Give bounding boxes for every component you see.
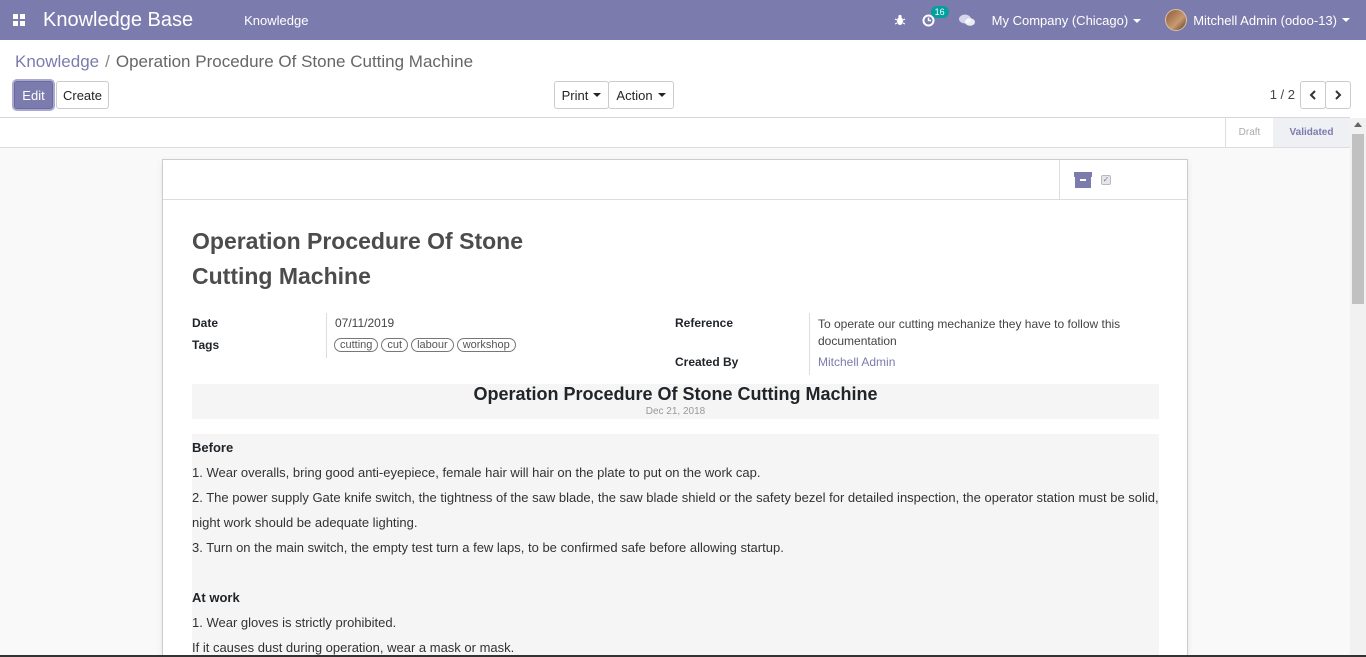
tag-workshop[interactable]: workshop — [456, 338, 516, 352]
date-value: 07/11/2019 — [335, 316, 395, 330]
print-dropdown-button[interactable]: Print — [554, 81, 609, 109]
content-paragraph: night work should be adequate lighting. — [192, 515, 418, 530]
date-label: Date — [192, 316, 219, 330]
breadcrumb-current: Operation Procedure Of Stone Cutting Mac… — [115, 52, 474, 71]
content-body: Before 1. Wear overalls, bring good anti… — [192, 434, 1159, 657]
button-box: ✓ — [163, 160, 1187, 200]
chevron-down-icon — [1342, 18, 1350, 22]
divider — [326, 313, 327, 358]
tag-labour[interactable]: labour — [411, 338, 454, 352]
pager-previous-button[interactable] — [1300, 81, 1326, 109]
breadcrumb: Knowledge / Operation Procedure Of Stone… — [15, 52, 473, 72]
content-paragraph: 3. Turn on the main switch, the empty te… — [192, 540, 784, 555]
activity-clock-icon[interactable]: 16 — [922, 5, 949, 27]
content-spacer — [192, 560, 1159, 585]
apps-menu-icon[interactable] — [0, 0, 30, 40]
app-title: Knowledge Base — [43, 8, 194, 31]
pager-next-button[interactable] — [1325, 81, 1351, 109]
edit-button[interactable]: Edit — [14, 81, 53, 109]
divider — [809, 313, 810, 375]
checkbox-icon[interactable]: ✓ — [1101, 175, 1111, 185]
content-header: Operation Procedure Of Stone Cutting Mac… — [192, 384, 1159, 419]
chevron-down-icon — [1133, 19, 1142, 24]
activity-count-badge: 16 — [930, 5, 949, 18]
scrollbar-thumb[interactable] — [1352, 134, 1364, 304]
menu-item-knowledge[interactable]: Knowledge — [244, 13, 308, 28]
pager-value[interactable]: 1 / 2 — [1270, 87, 1295, 102]
tag-cutting[interactable]: cutting — [334, 338, 379, 352]
tag-cut[interactable]: cut — [381, 338, 409, 352]
chat-icon[interactable] — [958, 14, 975, 27]
vertical-scrollbar[interactable] — [1350, 118, 1366, 657]
section-heading-at-work: At work — [192, 590, 240, 605]
record-title: Operation Procedure Of Stone Cutting Mac… — [192, 228, 523, 289]
create-button[interactable]: Create — [56, 81, 109, 109]
scroll-up-arrow-icon[interactable] — [1354, 122, 1362, 127]
content-paragraph: 2. The power supply Gate knife switch, t… — [192, 490, 1159, 505]
reference-label: Reference — [675, 316, 734, 330]
chevron-left-icon — [1309, 90, 1316, 100]
content-date: Dec 21, 2018 — [645, 406, 706, 417]
tags-label: Tags — [192, 338, 220, 352]
chevron-down-icon — [593, 93, 602, 97]
section-heading-before: Before — [192, 440, 234, 455]
breadcrumb-separator: / — [105, 52, 110, 71]
chevron-right-icon — [1335, 90, 1342, 100]
action-dropdown-button[interactable]: Action — [608, 81, 674, 109]
archive-icon[interactable] — [1073, 170, 1093, 190]
content-title: Operation Procedure Of Stone Cutting Mac… — [473, 384, 878, 404]
bug-icon[interactable] — [894, 14, 906, 26]
created-by-link[interactable]: Mitchell Admin — [818, 355, 895, 369]
stage-draft[interactable]: Draft — [1225, 118, 1273, 147]
content-paragraph: 1. Wear gloves is strictly prohibited. — [192, 615, 397, 630]
statusbar: Draft Validated — [0, 118, 1350, 148]
company-switcher[interactable]: My Company (Chicago) — [992, 13, 1142, 28]
reference-value: To operate our cutting mechanize they ha… — [818, 317, 1121, 348]
user-menu[interactable]: Mitchell Admin (odoo-13) — [1165, 9, 1350, 31]
tags-list: cutting cut labour workshop — [334, 337, 519, 352]
breadcrumb-knowledge-link[interactable]: Knowledge — [15, 52, 99, 72]
top-navbar: Knowledge Base Knowledge 16 My Company (… — [0, 0, 1366, 40]
content-paragraph: If it causes dust during operation, wear… — [192, 640, 515, 655]
divider — [1059, 160, 1060, 199]
stage-validated[interactable]: Validated — [1273, 118, 1350, 147]
created-by-label: Created By — [675, 355, 739, 369]
form-sheet: ✓ Operation Procedure Of Stone Cutting M… — [162, 159, 1188, 657]
content-paragraph: 1. Wear overalls, bring good anti-eyepie… — [192, 465, 761, 480]
chevron-down-icon — [657, 93, 666, 97]
avatar — [1165, 9, 1188, 31]
